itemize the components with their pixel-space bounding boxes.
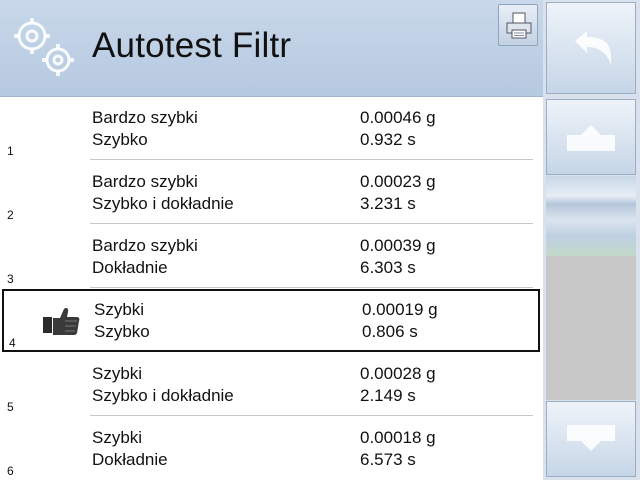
up-arrow-icon — [567, 125, 615, 151]
scrollbar-thumb[interactable] — [546, 176, 636, 256]
row-number: 3 — [7, 272, 14, 286]
header-bar: Autotest Filtr — [0, 0, 543, 97]
time-value: 0.806 s — [362, 322, 418, 341]
result-row-6[interactable]: Szybki Dokładnie 0.00018 g 6.573 s 6 — [0, 417, 535, 480]
row-number: 2 — [7, 208, 14, 222]
deviation-value: 0.00039 g — [360, 236, 436, 255]
print-button[interactable] — [498, 4, 538, 46]
row-number: 5 — [7, 400, 14, 414]
deviation-value: 0.00018 g — [360, 428, 436, 447]
back-arrow-icon — [575, 31, 611, 65]
row-divider — [90, 415, 533, 416]
page-title: Autotest Filtr — [92, 26, 292, 65]
results-list: Bardzo szybki Szybko 0.00046 g 0.932 s 1… — [0, 97, 543, 480]
row-number: 6 — [7, 464, 14, 478]
mode-label: Szybko — [94, 322, 150, 341]
deviation-value: 0.00019 g — [362, 300, 438, 319]
down-arrow-icon — [567, 425, 615, 451]
result-row-3[interactable]: Bardzo szybki Dokładnie 0.00039 g 6.303 … — [0, 225, 535, 288]
time-value: 2.149 s — [360, 386, 416, 405]
row-divider — [90, 159, 533, 160]
deviation-value: 0.00046 g — [360, 108, 436, 127]
printer-icon — [506, 12, 532, 39]
scrollbar-track[interactable] — [546, 176, 636, 400]
row-divider — [90, 287, 533, 288]
result-row-2[interactable]: Bardzo szybki Szybko i dokładnie 0.00023… — [0, 161, 535, 224]
scroll-down-button[interactable] — [546, 401, 636, 477]
mode-label: Dokładnie — [92, 258, 168, 277]
gears-icon — [14, 18, 74, 76]
time-value: 6.303 s — [360, 258, 416, 277]
scroll-up-button[interactable] — [546, 99, 636, 175]
row-number: 4 — [9, 336, 16, 350]
filter-label: Bardzo szybki — [92, 236, 198, 255]
mode-label: Szybko i dokładnie — [92, 386, 234, 405]
filter-label: Szybki — [92, 428, 143, 447]
result-row-4-selected[interactable]: Szybki Szybko 0.00019 g 0.806 s 4 — [2, 289, 540, 352]
filter-label: Szybki — [94, 300, 145, 319]
thumbs-up-icon — [43, 308, 80, 335]
time-value: 0.932 s — [360, 130, 416, 149]
filter-label: Bardzo szybki — [92, 172, 198, 191]
filter-label: Szybki — [92, 364, 143, 383]
result-row-1[interactable]: Bardzo szybki Szybko 0.00046 g 0.932 s 1 — [0, 97, 535, 160]
row-number: 1 — [7, 144, 14, 158]
time-value: 6.573 s — [360, 450, 416, 469]
time-value: 3.231 s — [360, 194, 416, 213]
deviation-value: 0.00028 g — [360, 364, 436, 383]
filter-label: Bardzo szybki — [92, 108, 198, 127]
row-divider — [90, 223, 533, 224]
mode-label: Szybko — [92, 130, 148, 149]
mode-label: Dokładnie — [92, 450, 168, 469]
mode-label: Szybko i dokładnie — [92, 194, 234, 213]
deviation-value: 0.00023 g — [360, 172, 436, 191]
right-panel — [543, 0, 640, 480]
back-button[interactable] — [546, 2, 636, 94]
result-row-5[interactable]: Szybki Szybko i dokładnie 0.00028 g 2.14… — [0, 353, 535, 416]
